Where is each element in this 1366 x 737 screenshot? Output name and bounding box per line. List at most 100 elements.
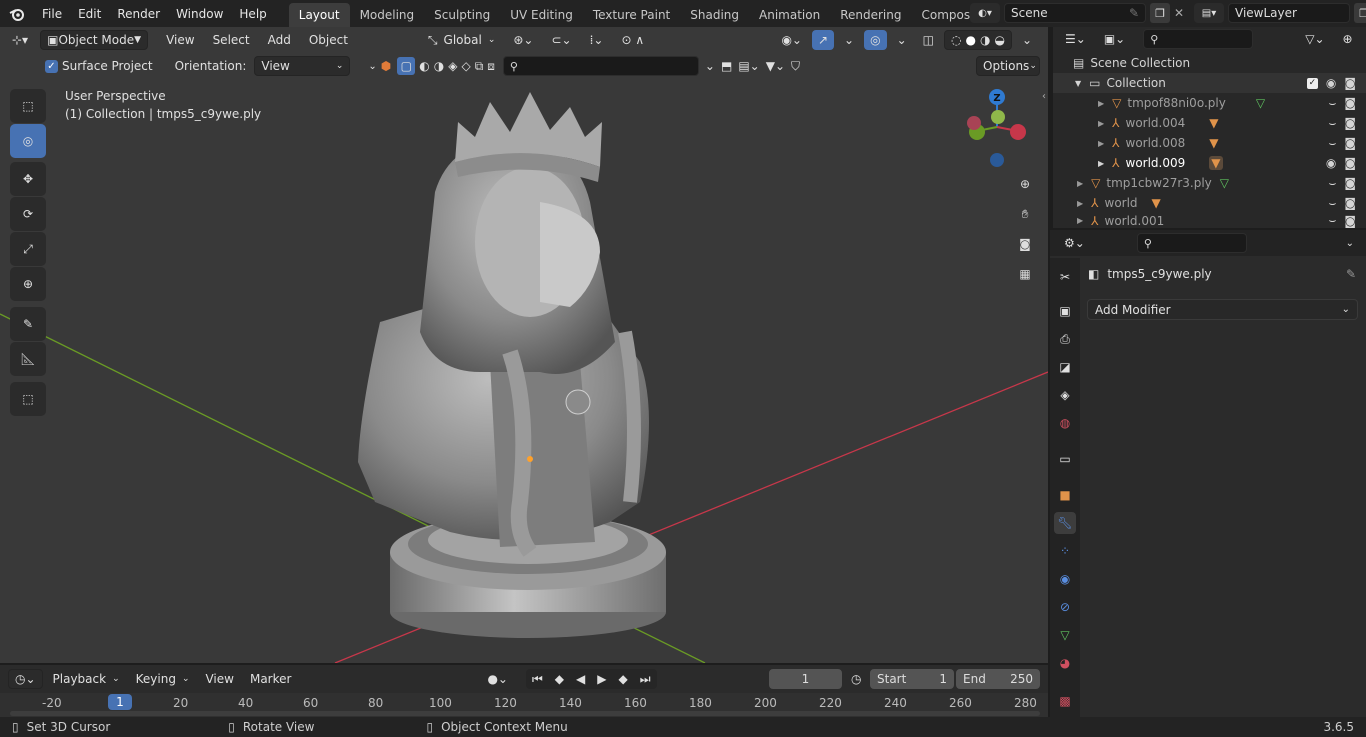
include-checkbox[interactable]: ✓ bbox=[1306, 77, 1318, 89]
pin-icon[interactable]: ✎ bbox=[1346, 267, 1356, 281]
new-viewlayer-icon[interactable]: ❐ bbox=[1354, 3, 1366, 23]
menu-object[interactable]: Object bbox=[303, 30, 354, 50]
display-mode-icon[interactable]: ▤⌄ bbox=[738, 59, 759, 73]
delete-scene-icon[interactable]: ✕ bbox=[1174, 6, 1190, 20]
camera-render-icon[interactable]: ◙ bbox=[1344, 214, 1356, 228]
start-frame-field[interactable]: Start 1 bbox=[870, 669, 954, 689]
expand-icon[interactable]: ▶ bbox=[1098, 159, 1104, 168]
scene-props-tab-icon[interactable]: ◈ bbox=[1054, 384, 1076, 406]
eye-hidden-icon[interactable]: ⌣ bbox=[1328, 196, 1336, 211]
tab-layout[interactable]: Layout bbox=[288, 3, 350, 27]
wireframe-shading-icon[interactable]: ◌ bbox=[951, 33, 961, 47]
properties-options-icon[interactable]: ⌄ bbox=[1346, 238, 1354, 249]
new-collection-icon[interactable]: ⊕ bbox=[1337, 29, 1359, 49]
keying-menu[interactable]: Keying ⌄ bbox=[130, 669, 196, 689]
camera-render-icon[interactable]: ◙ bbox=[1344, 156, 1356, 170]
tab-animation[interactable]: Animation bbox=[749, 3, 830, 27]
menu-view[interactable]: View bbox=[160, 30, 200, 50]
select-extend-icon[interactable]: ◐ bbox=[419, 59, 429, 73]
properties-search-input[interactable]: ⚲ bbox=[1136, 233, 1247, 253]
viewport-search-input[interactable]: ⚲ bbox=[502, 56, 699, 76]
eye-icon[interactable]: ◉ bbox=[1326, 76, 1336, 90]
current-frame-marker[interactable]: 1 bbox=[108, 694, 132, 710]
select-copy-icon[interactable]: ⧉ bbox=[475, 59, 484, 74]
menu-window[interactable]: Window bbox=[168, 7, 231, 21]
eye-hidden-icon[interactable]: ⌣ bbox=[1328, 176, 1336, 191]
add-modifier-dropdown[interactable]: Add Modifier ⌄ bbox=[1087, 299, 1358, 320]
jump-end-icon[interactable]: ⏭ bbox=[634, 669, 657, 689]
options-dropdown[interactable]: Options ⌄ bbox=[976, 56, 1040, 76]
tool-rotate[interactable]: ⟳ bbox=[10, 197, 46, 231]
timeline-ruler[interactable]: -20 1 20 40 60 80 100 120 140 160 180 20… bbox=[0, 693, 1048, 717]
viewlayer-field[interactable]: ViewLayer bbox=[1228, 3, 1350, 23]
snap-icon[interactable]: ⊂⌄ bbox=[545, 30, 577, 50]
expand-icon[interactable]: ▶ bbox=[1077, 216, 1083, 225]
mode-dropdown[interactable]: ▣ Object Mode ▼ bbox=[40, 30, 149, 50]
expand-icon[interactable]: ▶ bbox=[1098, 99, 1104, 108]
outliner-display-mode-icon[interactable]: ▣⌄ bbox=[1098, 29, 1131, 49]
shading-buttons[interactable]: ◌ ● ◑ ◒ bbox=[944, 30, 1012, 50]
timeline-marker-menu[interactable]: Marker bbox=[244, 669, 297, 689]
outliner-row-tmp1cbw[interactable]: ▶ ▽ tmp1cbw27r3.ply ▽ ⌣ ◙ bbox=[1053, 173, 1366, 193]
navigation-gizmo[interactable]: Z bbox=[958, 85, 1038, 167]
gizmo-dropdown-icon[interactable]: ⌄ bbox=[838, 30, 860, 50]
grid-perspective-icon[interactable]: ▦ bbox=[1012, 261, 1038, 287]
outliner-row-world001[interactable]: ▶ ⅄ world.001 ⌣ ◙ bbox=[1053, 213, 1366, 228]
sidebar-toggle-icon[interactable]: ‹ bbox=[1042, 91, 1046, 102]
outliner-row-world[interactable]: ▶ ⅄ world ▼ ⌣ ◙ bbox=[1053, 193, 1366, 213]
texture-tab-icon[interactable]: ▩ bbox=[1054, 690, 1076, 712]
next-keyframe-icon[interactable]: ◆ bbox=[613, 669, 634, 689]
tab-sculpting[interactable]: Sculpting bbox=[424, 3, 500, 27]
tool-add-cube[interactable]: ⬚ bbox=[10, 382, 46, 416]
tool-select-box[interactable]: ⬚ bbox=[10, 89, 46, 123]
menu-file[interactable]: File bbox=[34, 7, 70, 21]
eye-hidden-icon[interactable]: ⌣ bbox=[1328, 136, 1336, 151]
particles-tab-icon[interactable]: ⁘ bbox=[1054, 540, 1076, 562]
view-layer-tab-icon[interactable]: ◪ bbox=[1054, 356, 1076, 378]
physics-tab-icon[interactable]: ◉ bbox=[1054, 568, 1076, 590]
outliner-editor-icon[interactable]: ☰⌄ bbox=[1059, 29, 1092, 49]
timeline-view-menu[interactable]: View bbox=[199, 669, 239, 689]
menu-render[interactable]: Render bbox=[109, 7, 168, 21]
blender-logo-icon[interactable] bbox=[0, 7, 34, 21]
proportional-edit-icon[interactable]: ⊙ ∧ bbox=[615, 30, 650, 50]
outliner-filter-icon[interactable]: ▽⌄ bbox=[1299, 29, 1330, 49]
visibility-icon[interactable]: ◉⌄ bbox=[775, 30, 808, 50]
record-icon[interactable]: ●⌄ bbox=[481, 669, 514, 689]
tool-scale[interactable]: ⤢ bbox=[10, 232, 46, 266]
playback-menu[interactable]: Playback ⌄ bbox=[47, 669, 126, 689]
shield-icon[interactable]: ⛉ bbox=[791, 59, 800, 74]
tool-transform[interactable]: ⊕ bbox=[10, 267, 46, 301]
collapse-arrow-icon[interactable]: ⌄ bbox=[368, 61, 376, 72]
material-shading-icon[interactable]: ◑ bbox=[980, 33, 990, 47]
pin-icon[interactable]: ✎ bbox=[1129, 6, 1139, 20]
color-cube-icon[interactable]: ⬢ bbox=[381, 59, 391, 73]
outliner-search-input[interactable]: ⚲ bbox=[1143, 29, 1254, 49]
filter-dropdown-icon[interactable]: ⌄ bbox=[705, 59, 715, 73]
play-reverse-icon[interactable]: ◀ bbox=[570, 669, 591, 689]
play-icon[interactable]: ▶ bbox=[591, 669, 612, 689]
menu-help[interactable]: Help bbox=[231, 7, 274, 21]
output-props-tab-icon[interactable]: ⎙ bbox=[1054, 328, 1076, 350]
orientation-view-dropdown[interactable]: View ⌄ bbox=[254, 56, 351, 76]
new-scene-icon[interactable]: ❐ bbox=[1150, 3, 1170, 23]
constraints-tab-icon[interactable]: ⊘ bbox=[1054, 596, 1076, 618]
tab-modeling[interactable]: Modeling bbox=[350, 3, 425, 27]
outliner-row-world004[interactable]: ▶ ⅄ world.004 ▼ ⌣ ◙ bbox=[1053, 113, 1366, 133]
camera-render-icon[interactable]: ◙ bbox=[1344, 96, 1356, 110]
prev-keyframe-icon[interactable]: ◆ bbox=[549, 669, 570, 689]
pan-hand-icon[interactable]: ✋︎ bbox=[1012, 201, 1038, 227]
timeline-editor-icon[interactable]: ◷⌄ bbox=[8, 669, 43, 689]
shading-dropdown-icon[interactable]: ⌄ bbox=[1016, 30, 1038, 50]
select-subtract-icon[interactable]: ◑ bbox=[434, 59, 444, 73]
expand-icon[interactable]: ▶ bbox=[1077, 199, 1083, 208]
material-tab-icon[interactable]: ◕ bbox=[1054, 652, 1076, 674]
solid-shading-icon[interactable]: ● bbox=[965, 33, 975, 47]
tool-cursor[interactable]: ◎ bbox=[10, 124, 46, 158]
camera-render-icon[interactable]: ◙ bbox=[1344, 136, 1356, 150]
expand-icon[interactable]: ▶ bbox=[1077, 179, 1083, 188]
camera-icon[interactable]: ◙ bbox=[1012, 231, 1038, 257]
outliner-row-world008[interactable]: ▶ ⅄ world.008 ▼ ⌣ ◙ bbox=[1053, 133, 1366, 153]
tab-shading[interactable]: Shading bbox=[680, 3, 749, 27]
funnel-icon[interactable]: ▼⌄ bbox=[766, 59, 785, 73]
